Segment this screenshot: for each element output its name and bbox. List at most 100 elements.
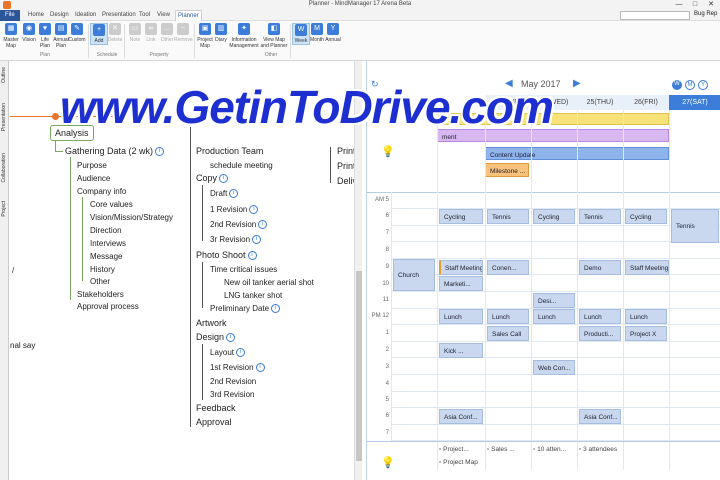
subtopic[interactable]: Direction xyxy=(90,226,122,235)
subtopic[interactable]: Layout i xyxy=(210,348,246,358)
tab-planner[interactable]: Planner xyxy=(175,10,202,21)
info-icon[interactable]: i xyxy=(255,363,265,373)
tab-design[interactable]: Design xyxy=(48,10,71,21)
info-icon[interactable]: i xyxy=(229,189,239,199)
sidebar-item-presentation[interactable]: Presentation xyxy=(1,103,8,131)
info-icon[interactable]: i xyxy=(236,348,246,358)
event-asia-conference[interactable]: Asia Conf... xyxy=(579,409,621,424)
tab-presentation[interactable]: Presentation xyxy=(100,10,138,21)
search-input[interactable] xyxy=(620,11,690,20)
event-cycling[interactable]: Cycling xyxy=(625,209,667,224)
day-header[interactable]: 25(THU) xyxy=(577,95,623,110)
event-tennis[interactable]: Tennis xyxy=(579,209,621,224)
event-cycling[interactable]: Cycling xyxy=(533,209,575,224)
scrollbar-thumb[interactable] xyxy=(356,271,362,461)
info-icon[interactable]: i xyxy=(271,304,281,314)
footer-item[interactable]: ▫ Project Map xyxy=(439,459,478,466)
topic-approval[interactable]: Approval xyxy=(196,417,232,427)
footer-item[interactable]: ▫ Project... xyxy=(439,446,469,453)
diary-button[interactable]: ▥ Diary xyxy=(212,23,230,43)
event-lunch[interactable]: Lunch xyxy=(625,309,667,324)
topic-gathering-data[interactable]: Gathering Data (2 wk) i xyxy=(65,146,165,157)
sidebar-item-collaboration[interactable]: Collaboration xyxy=(1,153,8,182)
subtopic[interactable]: History xyxy=(90,265,115,274)
event-lunch[interactable]: Lunch xyxy=(487,309,529,324)
subtopic[interactable]: Stakeholders xyxy=(77,290,124,299)
subtopic[interactable]: Vision/Mission/Strategy xyxy=(90,213,173,222)
topic-feedback[interactable]: Feedback xyxy=(196,403,236,413)
subtopic[interactable]: Draft i xyxy=(210,189,239,199)
subtopic[interactable]: Purpose xyxy=(77,161,107,170)
event-conen[interactable]: Conen... xyxy=(487,260,529,275)
event-project-x[interactable]: Project X xyxy=(625,326,667,341)
day-header[interactable]: 26(FRI) xyxy=(623,95,669,110)
info-icon[interactable]: i xyxy=(258,220,268,230)
allday-event-milestone[interactable]: Milestone ... xyxy=(485,163,529,177)
subtopic[interactable]: Audience xyxy=(77,174,110,183)
subtopic[interactable]: 1st Revision i xyxy=(210,363,265,373)
footer-item[interactable]: ▫ 3 attendees xyxy=(579,446,617,453)
event-lunch[interactable]: Lunch xyxy=(533,309,575,324)
event-tennis[interactable]: Tennis xyxy=(487,209,529,224)
sidebar-item-outline[interactable]: Outline xyxy=(1,67,8,83)
master-map-button[interactable]: ▦ Master Map xyxy=(2,23,20,49)
subtopic[interactable]: LNG tanker shot xyxy=(224,291,282,300)
info-icon[interactable]: i xyxy=(219,174,229,184)
bug-reporter-link[interactable]: Bug Rep xyxy=(694,11,717,17)
event-design[interactable]: Desi... xyxy=(533,293,575,308)
tab-file[interactable]: File xyxy=(0,10,20,21)
subtopic[interactable]: schedule meeting xyxy=(210,161,273,170)
topic-production-team[interactable]: Production Team xyxy=(196,146,263,156)
topic-copy[interactable]: Copy i xyxy=(196,173,229,184)
sidebar-item-project[interactable]: Project xyxy=(1,201,8,217)
event-demo[interactable]: Demo xyxy=(579,260,621,275)
footer-item[interactable]: ▫ Sales ... xyxy=(487,446,515,453)
topic-print[interactable]: Print xyxy=(337,146,356,156)
subtopic[interactable]: Interviews xyxy=(90,239,126,248)
month-view-button[interactable]: M xyxy=(685,80,695,90)
info-icon[interactable]: i xyxy=(226,333,236,343)
year-view-button[interactable]: Y xyxy=(698,80,708,90)
minimize-button[interactable]: — xyxy=(672,0,686,10)
day-header-selected[interactable]: 27(SAT) xyxy=(669,95,720,110)
subtopic[interactable]: Approval process xyxy=(77,302,139,311)
tab-tool[interactable]: Tool xyxy=(137,10,152,21)
subtopic[interactable]: 2nd Revision i xyxy=(210,220,268,230)
tab-home[interactable]: Home xyxy=(26,10,46,21)
topic-print[interactable]: Print xyxy=(337,161,356,171)
subtopic[interactable]: Message xyxy=(90,252,122,261)
topic-photo-shoot[interactable]: Photo Shoot i xyxy=(196,250,257,261)
event-tennis[interactable]: Tennis xyxy=(671,209,719,243)
event-staff-meeting[interactable]: Staff Meeting xyxy=(625,260,669,275)
subtopic[interactable]: 3rd Revision xyxy=(210,390,254,399)
tab-ideation[interactable]: Ideation xyxy=(73,10,98,21)
remove-button[interactable]: − Remove xyxy=(174,23,193,43)
close-button[interactable]: ✕ xyxy=(704,0,718,10)
info-icon[interactable]: i xyxy=(247,251,257,261)
event-asia-conference[interactable]: Asia Conf... xyxy=(439,409,483,424)
subtopic[interactable]: 2nd Revision xyxy=(210,377,256,386)
event-web-conference[interactable]: Web Con... xyxy=(533,360,575,375)
event-lunch[interactable]: Lunch xyxy=(439,309,483,324)
week-view-button[interactable]: W xyxy=(672,80,682,90)
annual-button[interactable]: Y Annual xyxy=(324,23,342,43)
subtopic[interactable]: New oil tanker aerial shot xyxy=(224,278,314,287)
event-cycling[interactable]: Cycling xyxy=(439,209,483,224)
information-management-button[interactable]: ✦ Information Management xyxy=(229,23,259,49)
next-month-button[interactable]: ▶ xyxy=(573,78,581,89)
event-production[interactable]: Producti... xyxy=(579,326,621,341)
topic-design[interactable]: Design i xyxy=(196,332,236,343)
topic-artwork[interactable]: Artwork xyxy=(196,318,227,328)
maximize-button[interactable]: □ xyxy=(688,0,702,10)
info-icon[interactable]: i xyxy=(252,235,262,245)
subtopic[interactable]: Company info xyxy=(77,187,126,196)
subtopic[interactable]: Other xyxy=(90,277,110,286)
info-icon[interactable]: i xyxy=(155,147,165,157)
custom-button[interactable]: ✎ Custom xyxy=(68,23,86,43)
subtopic[interactable]: 3r Revision i xyxy=(210,235,262,245)
delete-button[interactable]: ✕ Delete xyxy=(106,23,124,43)
tab-view[interactable]: View xyxy=(155,10,172,21)
event-staff-meeting[interactable]: Staff Meeting xyxy=(439,260,483,275)
subtopic[interactable]: Time critical issues xyxy=(210,265,277,274)
subtopic[interactable]: 1 Revision i xyxy=(210,205,259,215)
